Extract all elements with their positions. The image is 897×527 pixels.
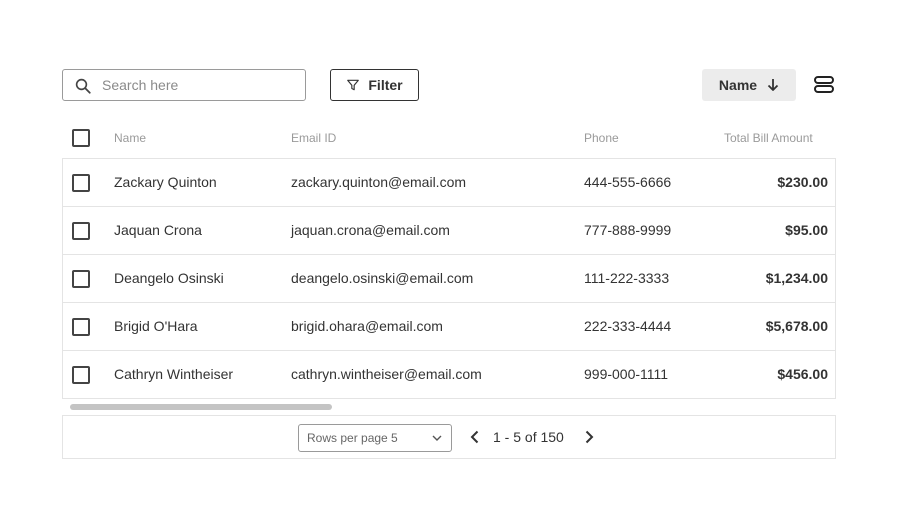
density-toggle[interactable] [812, 75, 836, 95]
density-icon [814, 76, 834, 93]
rows-per-page-label: Rows per page 5 [307, 431, 398, 445]
column-header-email[interactable]: Email ID [291, 118, 336, 158]
cell-phone: 111-222-3333 [584, 270, 670, 286]
table-row[interactable]: Brigid O'Hara brigid.ohara@email.com 222… [63, 303, 835, 351]
table-row[interactable]: Jaquan Crona jaquan.crona@email.com 777-… [63, 207, 835, 255]
cell-email: jaquan.crona@email.com [291, 222, 450, 238]
cell-name: Zackary Quinton [114, 174, 217, 190]
page-range-text: 1 - 5 of 150 [493, 429, 564, 445]
table-toolbar: Filter Name [62, 69, 836, 101]
chevron-right-icon [585, 430, 594, 444]
column-header-phone[interactable]: Phone [584, 118, 619, 158]
cell-total-bill-amount: $230.00 [777, 174, 828, 190]
rows-per-page-select[interactable]: Rows per page 5 [298, 424, 452, 452]
search-icon [75, 78, 91, 94]
row-checkbox[interactable] [72, 222, 90, 240]
cell-email: brigid.ohara@email.com [291, 318, 443, 334]
row-checkbox[interactable] [72, 270, 90, 288]
row-checkbox[interactable] [72, 366, 90, 384]
cell-name: Cathryn Wintheiser [114, 366, 234, 382]
cell-total-bill-amount: $456.00 [777, 366, 828, 382]
chevron-down-icon [432, 435, 442, 441]
table-body: Zackary Quinton zackary.quinton@email.co… [62, 158, 836, 399]
table-row[interactable]: Deangelo Osinski deangelo.osinski@email.… [63, 255, 835, 303]
cell-email: deangelo.osinski@email.com [291, 270, 474, 286]
column-header-name[interactable]: Name [114, 118, 146, 158]
row-checkbox[interactable] [72, 318, 90, 336]
sort-button-label: Name [718, 77, 758, 93]
cell-phone: 222-333-4444 [584, 318, 672, 334]
cell-name: Deangelo Osinski [114, 270, 224, 286]
arrow-down-icon [767, 79, 779, 91]
select-all-checkbox[interactable] [72, 129, 90, 147]
cell-phone: 777-888-9999 [584, 222, 672, 238]
table-header: Name Email ID Phone Total Bill Amount [62, 118, 836, 158]
search-box[interactable] [62, 69, 306, 101]
cell-total-bill-amount: $1,234.00 [765, 270, 828, 286]
filter-icon [347, 79, 360, 91]
horizontal-scrollbar[interactable] [62, 399, 836, 415]
cell-name: Brigid O'Hara [114, 318, 198, 334]
cell-phone: 444-555-6666 [584, 174, 672, 190]
column-header-total-bill-amount[interactable]: Total Bill Amount [724, 118, 813, 158]
table-row[interactable]: Zackary Quinton zackary.quinton@email.co… [63, 159, 835, 207]
table-row[interactable]: Cathryn Wintheiser cathryn.wintheiser@em… [63, 351, 835, 399]
search-input[interactable] [102, 70, 297, 100]
cell-email: zackary.quinton@email.com [291, 174, 467, 190]
row-checkbox[interactable] [72, 174, 90, 192]
sort-by-name-button[interactable]: Name [702, 69, 796, 101]
previous-page-button[interactable] [467, 429, 483, 445]
cell-phone: 999-000-1111 [584, 366, 669, 382]
next-page-button[interactable] [581, 429, 597, 445]
chevron-left-icon [470, 430, 479, 444]
cell-total-bill-amount: $95.00 [785, 222, 828, 238]
scrollbar-thumb[interactable] [70, 404, 332, 410]
cell-name: Jaquan Crona [114, 222, 202, 238]
filter-button[interactable]: Filter [330, 69, 419, 101]
cell-email: cathryn.wintheiser@email.com [291, 366, 482, 382]
filter-button-label: Filter [368, 77, 403, 93]
cell-total-bill-amount: $5,678.00 [765, 318, 828, 334]
pagination-bar: Rows per page 5 1 - 5 of 150 [62, 415, 836, 459]
